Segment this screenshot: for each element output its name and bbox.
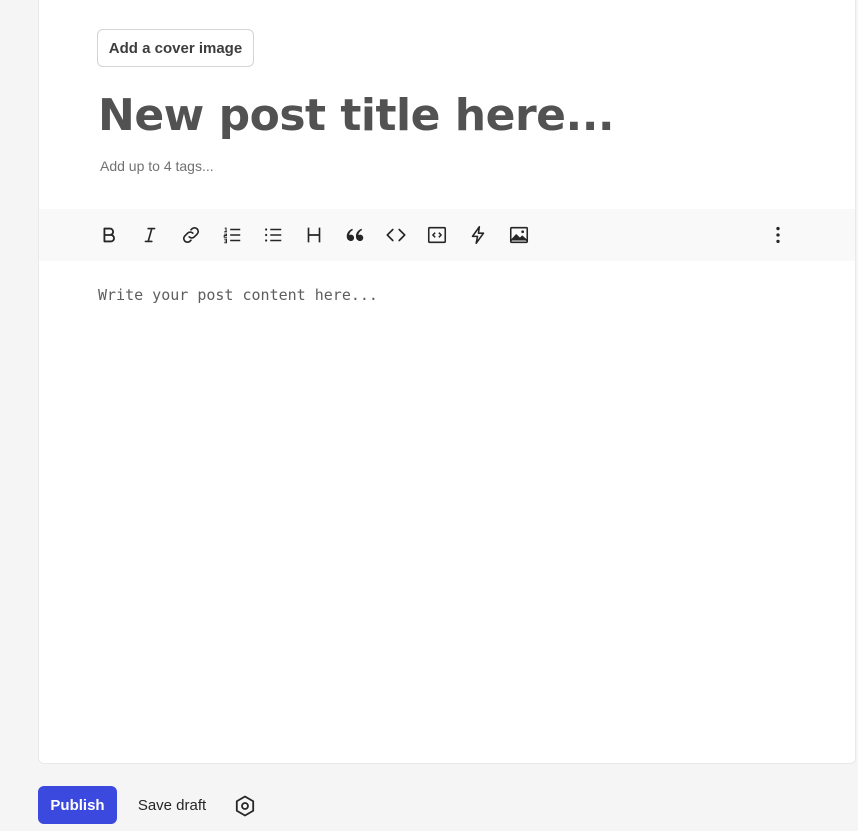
unordered-list-button[interactable] — [258, 220, 288, 250]
code-block-button[interactable] — [422, 220, 452, 250]
heading-button[interactable] — [299, 220, 329, 250]
post-settings-button[interactable] — [232, 793, 258, 819]
link-button[interactable] — [176, 220, 206, 250]
more-vertical-icon — [776, 226, 780, 244]
post-content-textarea[interactable]: Write your post content here... — [98, 286, 378, 304]
add-cover-image-button[interactable]: Add a cover image — [97, 29, 254, 67]
code-button[interactable] — [381, 220, 411, 250]
image-button[interactable] — [504, 220, 534, 250]
lightning-icon — [471, 225, 485, 245]
settings-icon — [235, 795, 255, 817]
quote-icon — [346, 228, 364, 242]
code-block-icon — [427, 226, 447, 244]
italic-button[interactable] — [135, 220, 165, 250]
tags-input[interactable]: Add up to 4 tags... — [100, 158, 214, 174]
publish-button[interactable]: Publish — [38, 786, 117, 824]
quote-button[interactable] — [340, 220, 370, 250]
bold-icon — [103, 227, 115, 243]
more-options-button[interactable] — [763, 220, 793, 250]
heading-icon — [307, 227, 321, 243]
code-icon — [386, 228, 406, 242]
save-draft-button[interactable]: Save draft — [127, 786, 217, 824]
italic-icon — [144, 227, 156, 243]
link-icon — [182, 226, 200, 244]
image-icon — [509, 226, 529, 244]
formatting-toolbar — [39, 209, 855, 261]
bold-button[interactable] — [94, 220, 124, 250]
editor-footer: Publish Save draft — [38, 786, 338, 824]
unordered-list-icon — [265, 228, 282, 242]
ordered-list-icon — [223, 227, 241, 244]
post-title-input[interactable]: New post title here... — [98, 86, 615, 146]
ordered-list-button[interactable] — [217, 220, 247, 250]
embed-button[interactable] — [463, 220, 493, 250]
editor-card: Add a cover image New post title here...… — [38, 0, 856, 764]
